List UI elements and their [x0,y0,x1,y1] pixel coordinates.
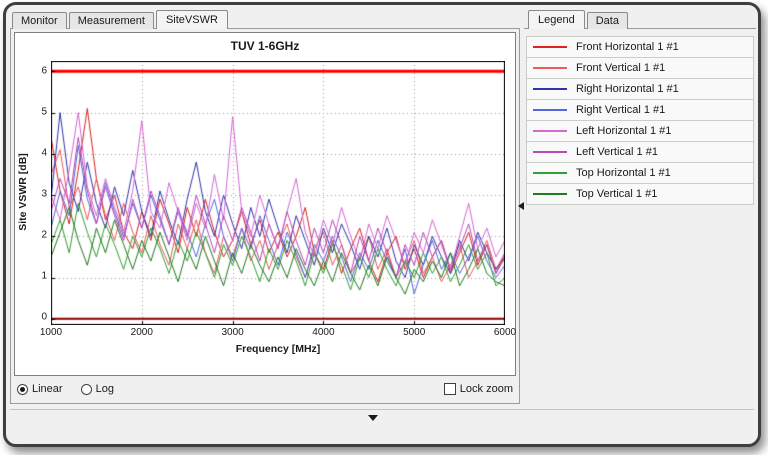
legend-item[interactable]: Top Vertical 1 #1 [526,183,754,205]
log-radio-icon[interactable] [80,383,92,395]
legend-panel: Front Horizontal 1 #1 Front Vertical 1 #… [524,28,756,404]
legend-item-label: Front Horizontal 1 #1 [576,41,679,53]
y-tick-label: 4 [41,147,47,159]
bottom-divider [10,409,754,410]
legend-color-line [533,88,567,90]
legend-item[interactable]: Top Horizontal 1 #1 [526,162,754,184]
legend-item[interactable]: Right Vertical 1 #1 [526,99,754,121]
main-tabstrip: Monitor Measurement SiteVSWR [12,10,230,29]
legend-item[interactable]: Right Horizontal 1 #1 [526,78,754,100]
y-axis-label: Site VSWR [dB] [17,153,29,231]
log-radio[interactable]: Log [80,383,114,395]
collapse-down-splitter-icon[interactable] [368,415,378,421]
legend-item-label: Right Vertical 1 #1 [576,104,666,116]
x-tick-label: 6000 [493,327,517,338]
x-axis-label: Frequency [MHz] [235,343,321,355]
linear-radio-icon[interactable] [17,383,28,395]
y-tick-label: 1 [41,270,47,282]
log-radio-label: Log [95,383,114,395]
legend-item-label: Top Vertical 1 #1 [576,188,658,200]
x-tick-label: 3000 [221,327,244,338]
legend-color-line [533,46,567,48]
chart-box: TUV 1-6GHz Site VSWR [dB] 0 1 2 3 4 5 6 1000 20… [14,32,516,376]
x-tick-label: 4000 [312,327,335,338]
vswr-plot[interactable] [51,61,505,325]
x-tick-label: 5000 [403,327,426,338]
legend-list: Front Horizontal 1 #1 Front Vertical 1 #… [526,36,754,205]
legend-item[interactable]: Front Vertical 1 #1 [526,57,754,79]
legend-item-label: Right Horizontal 1 #1 [576,83,679,95]
legend-color-line [533,109,567,111]
x-tick-label: 1000 [39,327,63,338]
linear-radio[interactable]: Linear [17,383,63,395]
legend-item-label: Left Horizontal 1 #1 [576,125,672,137]
legend-tabstrip: Legend Data [528,10,630,29]
legend-item[interactable]: Left Horizontal 1 #1 [526,120,754,142]
collapse-left-splitter-icon[interactable] [518,202,524,210]
legend-item-label: Left Vertical 1 #1 [576,146,658,158]
y-tick-label: 6 [41,65,47,77]
tab-data[interactable]: Data [586,12,628,29]
legend-item[interactable]: Left Vertical 1 #1 [526,141,754,163]
legend-color-line [533,130,567,132]
tab-legend[interactable]: Legend [528,10,585,29]
legend-item-label: Front Vertical 1 #1 [576,62,666,74]
y-axis-ticks: 0 1 2 3 4 5 6 [31,61,49,323]
tab-measurement[interactable]: Measurement [68,12,154,29]
linear-radio-label: Linear [32,383,63,395]
x-tick-label: 2000 [130,327,153,338]
legend-item[interactable]: Front Horizontal 1 #1 [526,36,754,58]
x-axis-ticks: 1000 2000 3000 4000 5000 6000 [40,327,516,339]
legend-color-line [533,193,567,195]
lock-zoom-label: Lock zoom [459,383,513,395]
legend-color-line [533,172,567,174]
tab-monitor[interactable]: Monitor [12,12,67,29]
app-window: Monitor Measurement SiteVSWR Legend Data… [3,2,761,447]
y-tick-label: 0 [41,311,47,323]
legend-item-label: Top Horizontal 1 #1 [576,167,671,179]
y-tick-label: 2 [41,229,47,241]
y-tick-label: 3 [41,188,47,200]
legend-color-line [533,67,567,69]
scale-controls: Linear Log Lock zoom [17,379,513,399]
tab-sitevswr[interactable]: SiteVSWR [155,10,228,29]
lock-zoom-checkbox[interactable]: Lock zoom [443,383,513,395]
chart-title: TUV 1-6GHz [230,39,300,53]
y-tick-label: 5 [41,106,47,118]
legend-color-line [533,151,567,153]
chart-panel: TUV 1-6GHz Site VSWR [dB] 0 1 2 3 4 5 6 1000 20… [10,28,520,404]
lock-zoom-checkbox-icon[interactable] [443,383,456,395]
